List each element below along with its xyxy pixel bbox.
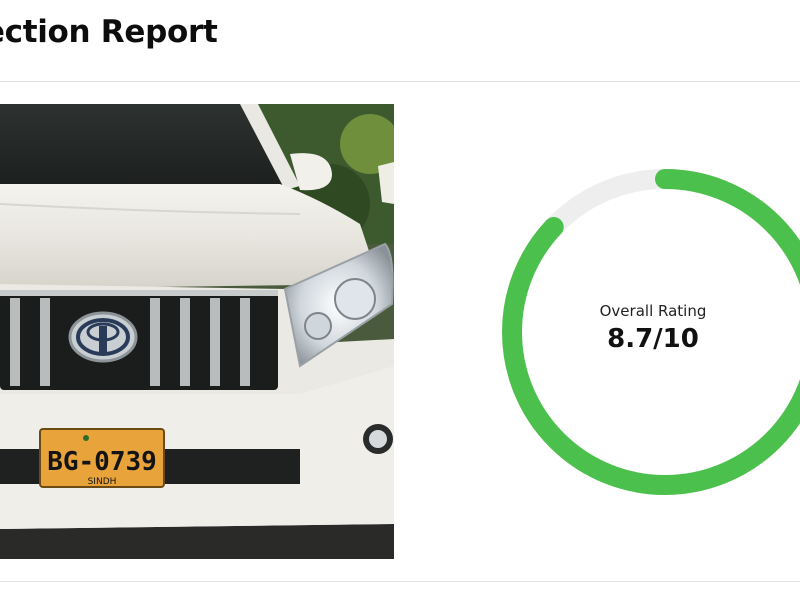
rating-label: Overall Rating xyxy=(599,302,707,320)
vehicle-photo: BG-0739 SINDH xyxy=(0,104,394,559)
license-plate-number: BG-0739 xyxy=(47,447,157,477)
license-plate-region: SINDH xyxy=(88,477,117,487)
header-divider xyxy=(0,81,800,82)
overall-rating-widget: Overall Rating 8.7/10 xyxy=(500,167,800,497)
footer-divider xyxy=(0,581,800,582)
page-title: pection Report xyxy=(0,14,218,50)
rating-value: 8.7/10 xyxy=(607,324,699,354)
